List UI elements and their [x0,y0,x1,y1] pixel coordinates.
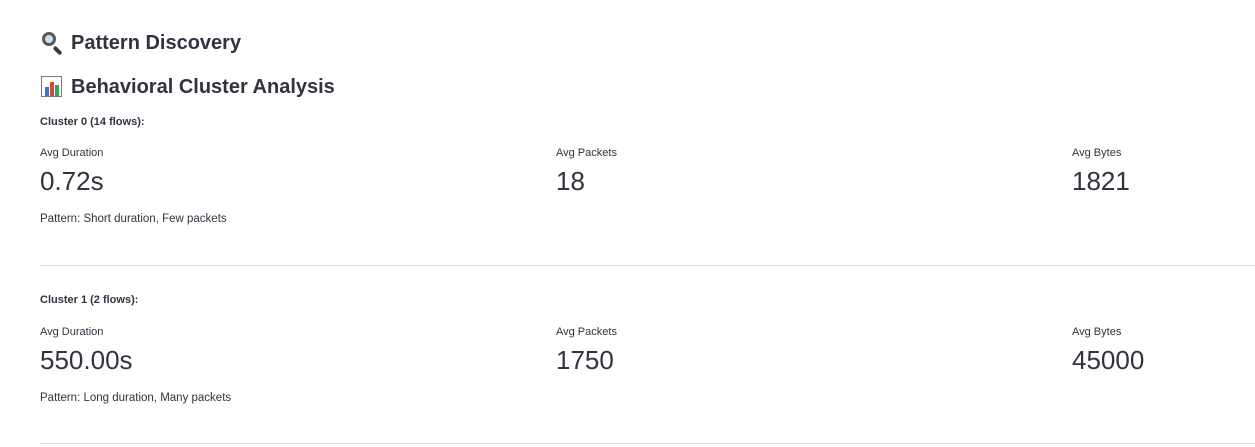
bar-chart-icon [40,75,64,99]
cluster-divider [40,265,1255,266]
cluster-1-avg-packets-metric: Avg Packets 1750 [556,325,617,376]
metric-label: Avg Packets [556,147,617,159]
metric-label: Avg Bytes [1072,326,1122,338]
metric-value: 1750 [556,345,614,375]
cluster-1-label: Cluster 1 (2 flows): [40,294,139,306]
metric-label: Avg Duration [40,326,104,338]
cluster-0-avg-packets-metric: Avg Packets 18 [556,146,617,197]
page: Pattern Discovery Behavioral Cluster Ana… [0,0,1255,447]
metric-value: 18 [556,166,585,196]
metric-value: 550.00s [40,345,133,375]
pattern-discovery-title: Pattern Discovery [71,31,242,54]
cluster-0-avg-bytes-metric: Avg Bytes 1821 [1072,146,1130,197]
metric-value: 1821 [1072,166,1130,196]
cluster-0-label: Cluster 0 (14 flows): [40,116,145,128]
metric-label: Avg Duration [40,147,104,159]
behavioral-cluster-analysis-title: Behavioral Cluster Analysis [71,75,335,98]
magnifying-glass-icon [40,31,64,56]
cluster-1-avg-duration-metric: Avg Duration 550.00s [40,325,133,376]
cluster-1-pattern: Pattern: Long duration, Many packets [40,392,232,404]
cluster-0-avg-duration-metric: Avg Duration 0.72s [40,146,104,197]
metric-label: Avg Bytes [1072,147,1122,159]
cluster-0-pattern: Pattern: Short duration, Few packets [40,213,227,225]
pattern-discovery-heading: Pattern Discovery [40,31,242,56]
cluster-divider [40,443,1255,444]
metric-value: 0.72s [40,166,104,196]
cluster-1-avg-bytes-metric: Avg Bytes 45000 [1072,325,1144,376]
behavioral-cluster-analysis-heading: Behavioral Cluster Analysis [40,75,335,99]
metric-value: 45000 [1072,345,1145,375]
metric-label: Avg Packets [556,326,617,338]
